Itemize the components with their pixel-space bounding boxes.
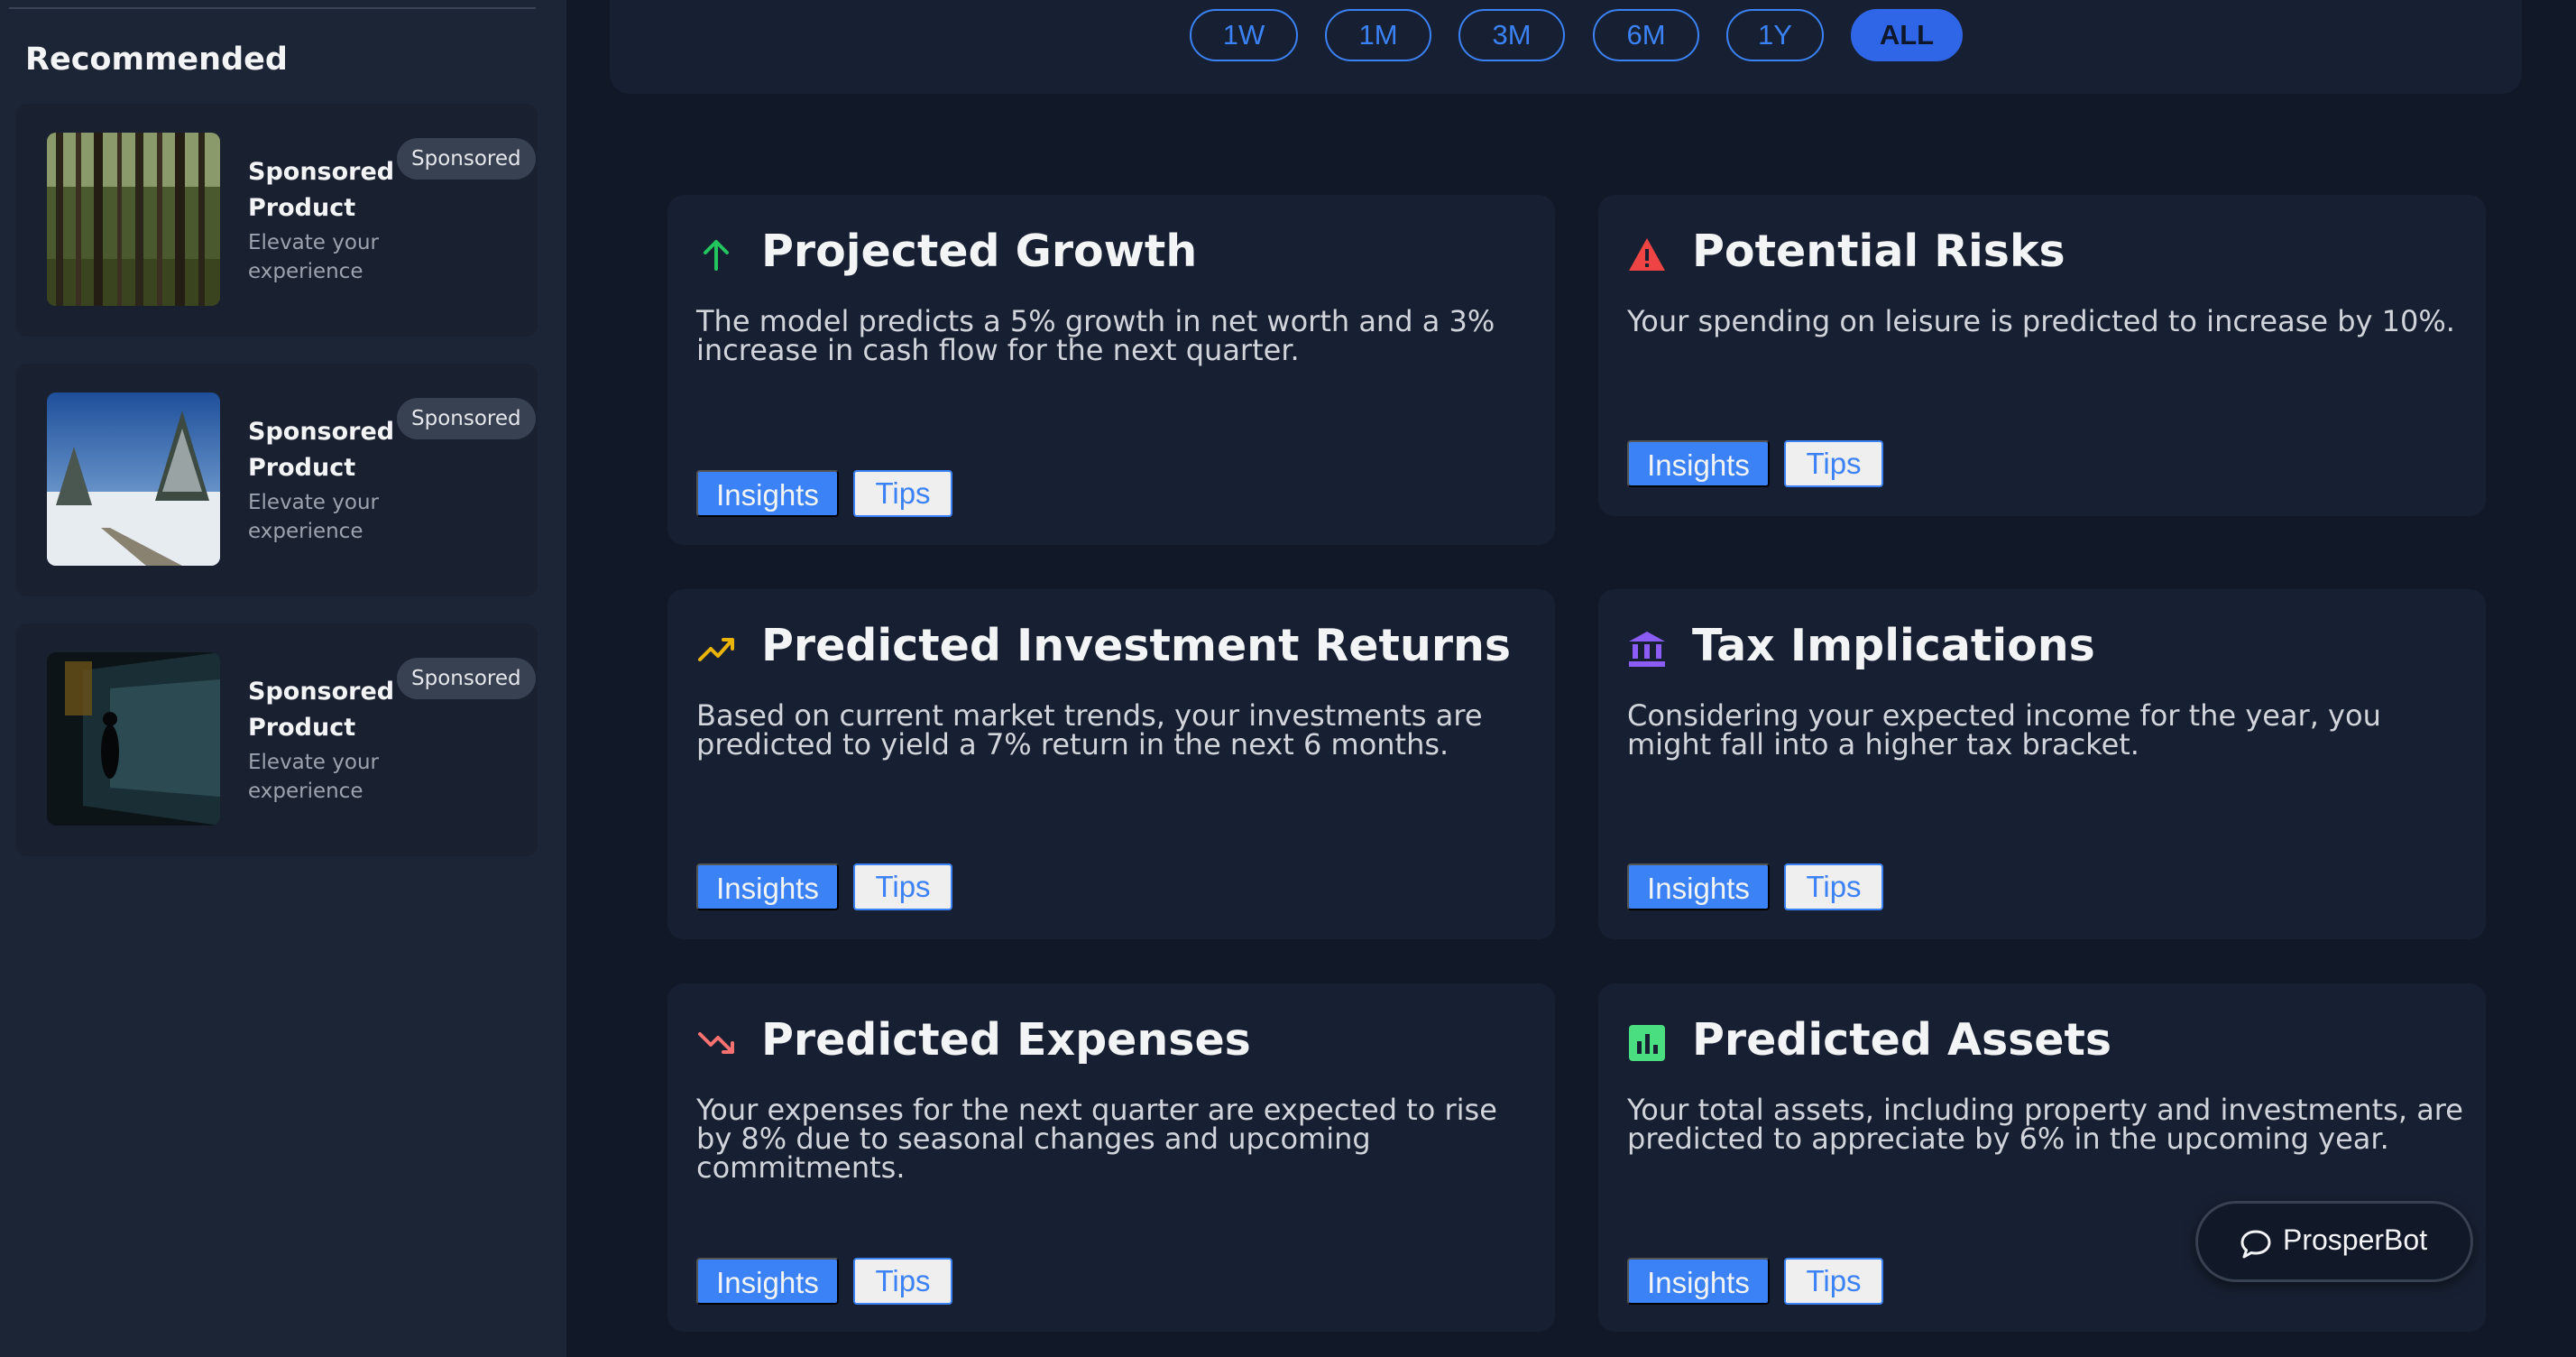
prosperbot-button[interactable]: ProsperBot (2195, 1201, 2473, 1282)
ad-title: Sponsored Product (248, 678, 395, 742)
insights-button[interactable]: Insights (696, 1258, 839, 1305)
sponsored-badge: Sponsored (397, 658, 536, 699)
card-body: Based on current market trends, your inv… (696, 698, 1483, 762)
ad-subtitle: Elevate your experience (248, 751, 379, 803)
insights-button[interactable]: Insights (696, 470, 839, 517)
tips-button[interactable]: Tips (1784, 440, 1883, 487)
sponsored-badge: Sponsored (397, 398, 536, 439)
timeframe-bar: 1W 1M 3M 6M 1Y ALL (610, 0, 2522, 94)
tunnel-image (47, 652, 220, 826)
card-title: Tax Implications (1692, 620, 2095, 671)
sponsored-card[interactable]: Sponsored Product Elevate your experienc… (16, 623, 538, 856)
bar-chart-icon (1629, 1025, 1665, 1061)
tax-implications-card: Tax Implications Considering your expect… (1598, 589, 2486, 939)
card-title: Predicted Expenses (761, 1014, 1251, 1066)
insights-button[interactable]: Insights (1627, 440, 1770, 487)
sponsored-card[interactable]: Sponsored Product Elevate your experienc… (16, 104, 538, 337)
tips-button[interactable]: Tips (1784, 1258, 1883, 1305)
timeframe-all[interactable]: ALL (1851, 9, 1963, 61)
sponsored-card[interactable]: Sponsored Product Elevate your experienc… (16, 364, 538, 596)
card-body: Your spending on leisure is predicted to… (1627, 304, 2455, 338)
forest-image (47, 133, 220, 306)
timeframe-1w[interactable]: 1W (1190, 9, 1298, 61)
bank-icon (1629, 632, 1665, 667)
ad-subtitle: Elevate your experience (248, 231, 379, 283)
insights-button[interactable]: Insights (1627, 863, 1770, 910)
card-title: Predicted Investment Returns (761, 620, 1512, 671)
trending-up-icon (698, 638, 734, 661)
card-title: Potential Risks (1692, 226, 2065, 277)
card-title: Projected Growth (761, 226, 1198, 277)
insights-button[interactable]: Insights (696, 863, 839, 910)
ad-subtitle: Elevate your experience (248, 491, 379, 543)
trending-down-icon (698, 1032, 734, 1054)
snowy-landscape-image (47, 392, 220, 566)
chat-bubble-icon (2240, 1230, 2271, 1259)
sponsored-badge: Sponsored (397, 138, 536, 180)
projected-growth-card: Projected Growth The model predicts a 5%… (667, 195, 1555, 545)
card-body: Considering your expected income for the… (1627, 698, 2381, 762)
predicted-expenses-card: Predicted Expenses Your expenses for the… (667, 983, 1555, 1332)
timeframe-6m[interactable]: 6M (1593, 9, 1699, 61)
timeframe-3m[interactable]: 3M (1458, 9, 1565, 61)
timeframe-1y[interactable]: 1Y (1726, 9, 1824, 61)
card-body: Your total assets, including property an… (1627, 1093, 2463, 1156)
sidebar-divider (9, 7, 536, 9)
timeframe-1m[interactable]: 1M (1325, 9, 1431, 61)
card-body: Your expenses for the next quarter are e… (696, 1093, 1497, 1185)
insights-button[interactable]: Insights (1627, 1258, 1770, 1305)
arrow-up-icon (704, 240, 729, 271)
card-title: Predicted Assets (1692, 1014, 2112, 1066)
sidebar: Recommended Sponsored Product Elevate yo… (0, 0, 566, 1357)
tips-button[interactable]: Tips (853, 470, 952, 517)
sidebar-title: Recommended (25, 42, 288, 78)
investment-returns-card: Predicted Investment Returns Based on cu… (667, 589, 1555, 939)
potential-risks-card: Potential Risks Your spending on leisure… (1598, 195, 2486, 516)
warning-icon (1629, 238, 1665, 271)
tips-button[interactable]: Tips (853, 863, 952, 910)
tips-button[interactable]: Tips (853, 1258, 952, 1305)
tips-button[interactable]: Tips (1784, 863, 1883, 910)
prosperbot-label: ProsperBot (2283, 1223, 2428, 1256)
ad-title: Sponsored Product (248, 418, 395, 482)
card-body: The model predicts a 5% growth in net wo… (696, 304, 1495, 367)
ad-title: Sponsored Product (248, 158, 395, 222)
